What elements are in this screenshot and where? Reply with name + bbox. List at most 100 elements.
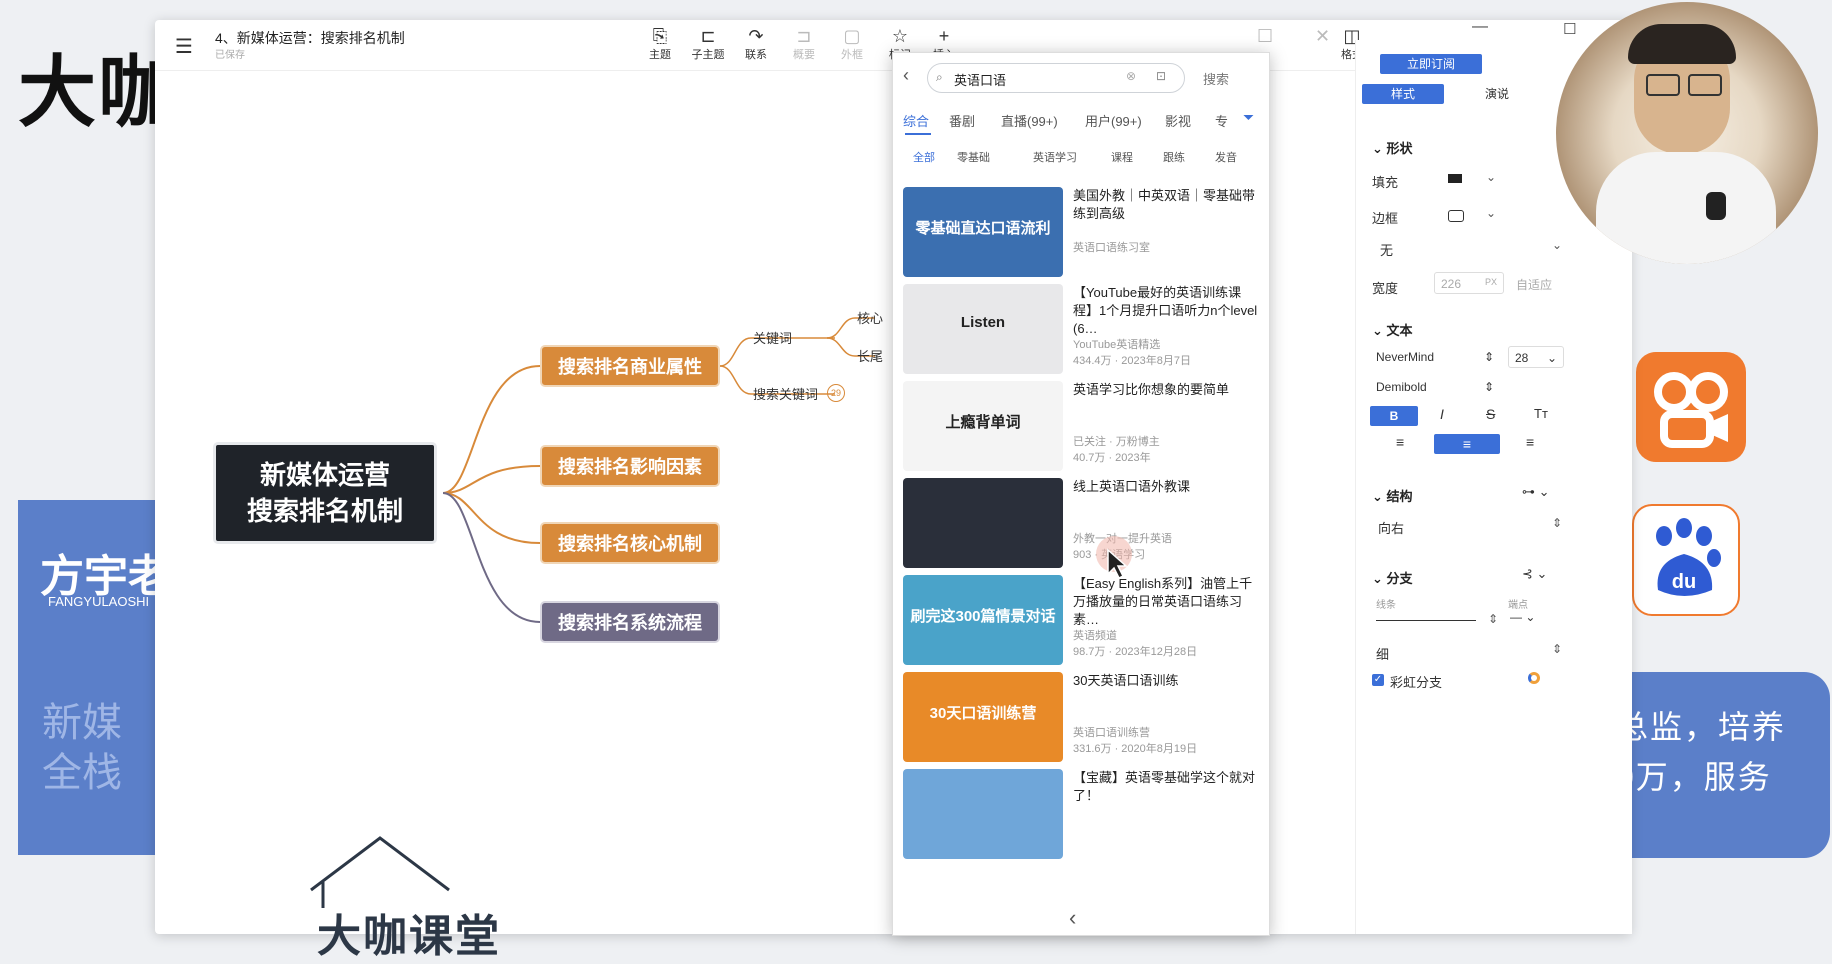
- filter-chip[interactable]: 零基础: [957, 149, 990, 165]
- search-result-card[interactable]: Listen 【YouTube最好的英语训练课程】1个月提升口语听力n个level…: [903, 284, 1263, 380]
- filter-chip[interactable]: 发音: [1215, 149, 1237, 165]
- result-stats: 434.4万 · 2023年8月7日: [1073, 355, 1192, 367]
- bold-button[interactable]: B: [1370, 406, 1418, 426]
- mindmap-branch-topic[interactable]: 搜索排名核心机制: [540, 522, 720, 564]
- filter-chip[interactable]: 英语学习: [1033, 149, 1077, 165]
- kuaishou-logo-icon: [1636, 352, 1746, 462]
- width-auto-button[interactable]: 自适应: [1516, 276, 1552, 293]
- mindmap-branch-topic[interactable]: 搜索排名商业属性: [540, 345, 720, 387]
- tab-presentation[interactable]: 演说: [1456, 84, 1538, 104]
- branch-style-icon[interactable]: ⊰ ⌄: [1522, 566, 1547, 582]
- search-result-card[interactable]: 刷完这300篇情景对话 【Easy English系列】油管上千万播放量的日常英语…: [903, 575, 1263, 671]
- border-none-option[interactable]: 无: [1380, 240, 1393, 259]
- mindmap-subtopic[interactable]: 长尾: [857, 346, 883, 365]
- tab-users[interactable]: 用户(99+): [1085, 111, 1142, 130]
- branch-section-header[interactable]: ⌄ 分支: [1372, 568, 1413, 587]
- video-thumbnail[interactable]: [903, 769, 1063, 859]
- mindmap-subtopic[interactable]: 搜索关键词: [753, 384, 818, 403]
- align-center-icon[interactable]: ≡: [1434, 434, 1500, 454]
- align-left-icon[interactable]: ≡: [1396, 434, 1404, 450]
- font-weight-select[interactable]: Demibold ⇕: [1376, 380, 1494, 394]
- collapse-arrow-icon[interactable]: ‹: [1069, 905, 1076, 931]
- tab-movies[interactable]: 影视: [1165, 111, 1191, 130]
- chevron-down-icon[interactable]: ⌄: [1486, 206, 1496, 220]
- mindmap-root-topic[interactable]: 新媒体运营 搜索排名机制: [213, 442, 437, 544]
- chevron-down-icon[interactable]: ⌄: [1486, 170, 1496, 184]
- clear-icon[interactable]: ⊗: [1126, 69, 1136, 83]
- strikethrough-button[interactable]: S: [1486, 406, 1495, 422]
- search-button[interactable]: 搜索: [1203, 69, 1229, 88]
- window-restore-icon[interactable]: ☐: [1563, 20, 1576, 38]
- font-family-select[interactable]: NeverMind ⇕: [1376, 350, 1494, 364]
- tab-live[interactable]: 直播(99+): [1001, 111, 1058, 130]
- result-title[interactable]: 30天英语口语训练: [1073, 672, 1259, 690]
- text-section-header[interactable]: ⌄ 文本: [1372, 320, 1413, 339]
- window-maximize-icon[interactable]: ☐: [1257, 26, 1273, 47]
- result-uploader[interactable]: YouTube英语精选: [1073, 336, 1160, 352]
- rainbow-palette-icon[interactable]: [1528, 672, 1540, 684]
- filter-icon[interactable]: ⏷: [1243, 109, 1254, 126]
- line-style-select[interactable]: [1376, 620, 1476, 621]
- filter-chip[interactable]: 全部: [913, 149, 935, 165]
- watermark-logo-text: 大咖课堂: [317, 912, 501, 961]
- result-title[interactable]: 【Easy English系列】油管上千万播放量的日常英语口语练习素…: [1073, 575, 1259, 629]
- structure-section-header[interactable]: ⌄ 结构: [1372, 486, 1413, 505]
- search-result-card[interactable]: 零基础直达口语流利 美国外教｜中英双语｜零基础带练到高级英语口语练习室: [903, 187, 1263, 283]
- search-input[interactable]: ⌕ 英语口语 ⊗ ⊡: [927, 63, 1185, 93]
- subscribe-button[interactable]: 立即订阅: [1380, 54, 1482, 74]
- result-uploader[interactable]: 英语口语练习室: [1073, 239, 1150, 255]
- search-result-card[interactable]: 线上英语口语外教课外教一对一提升英语903 · 英语学习: [903, 478, 1263, 574]
- font-size-select[interactable]: 28 ⌄: [1508, 346, 1564, 368]
- tab-anime[interactable]: 番剧: [949, 111, 975, 130]
- window-minimize-icon[interactable]: —: [1472, 18, 1488, 36]
- video-thumbnail[interactable]: 30天口语训练营: [903, 672, 1063, 762]
- result-title[interactable]: 【YouTube最好的英语训练课程】1个月提升口语听力n个level (6…: [1073, 284, 1259, 338]
- structure-direction[interactable]: 向右: [1378, 518, 1404, 537]
- mindmap-branch-topic[interactable]: 搜索排名影响因素: [540, 445, 720, 487]
- back-icon[interactable]: ‹: [903, 65, 909, 86]
- video-thumbnail[interactable]: [903, 478, 1063, 568]
- video-thumbnail[interactable]: 刷完这300篇情景对话: [903, 575, 1063, 665]
- italic-button[interactable]: I: [1440, 406, 1444, 422]
- line-thickness[interactable]: 细: [1376, 644, 1389, 663]
- thumbnail-caption: 零基础直达口语流利: [915, 220, 1051, 237]
- updown-icon[interactable]: ⇕: [1488, 612, 1498, 626]
- updown-icon[interactable]: ⇕: [1552, 516, 1562, 530]
- updown-icon[interactable]: ⇕: [1552, 642, 1562, 656]
- filter-chip[interactable]: 跟练: [1163, 149, 1185, 165]
- result-uploader[interactable]: 英语频道: [1073, 627, 1117, 643]
- shape-section-header[interactable]: ⌄ 形状: [1372, 138, 1413, 157]
- result-uploader[interactable]: 已关注 · 万粉博主: [1073, 433, 1160, 449]
- tab-more[interactable]: 专: [1215, 111, 1228, 130]
- width-input[interactable]: 226 PX: [1434, 272, 1504, 294]
- mindmap-subtopic[interactable]: 关键词: [753, 328, 792, 347]
- video-thumbnail[interactable]: 零基础直达口语流利: [903, 187, 1063, 277]
- tab-all[interactable]: 综合: [903, 111, 929, 130]
- rainbow-branch-checkbox[interactable]: ✓: [1372, 674, 1384, 686]
- result-title[interactable]: 英语学习比你想象的要简单: [1073, 381, 1259, 399]
- end-style-select[interactable]: — ⌄: [1510, 610, 1535, 624]
- structure-icon[interactable]: ⊶ ⌄: [1522, 484, 1550, 500]
- align-right-icon[interactable]: ≡: [1526, 434, 1534, 450]
- video-thumbnail[interactable]: Listen: [903, 284, 1063, 374]
- chevron-down-icon[interactable]: ⌄: [1552, 238, 1562, 252]
- result-uploader[interactable]: 英语口语训练营: [1073, 724, 1150, 740]
- search-result-card[interactable]: 30天口语训练营 30天英语口语训练 英语口语训练营 331.6万 · 2020年8月…: [903, 672, 1263, 768]
- mindmap-subtopic[interactable]: 核心: [857, 308, 883, 327]
- fill-color-swatch[interactable]: [1448, 174, 1462, 183]
- collapsed-count-badge[interactable]: 29: [827, 384, 845, 402]
- video-thumbnail[interactable]: 上瘾背单词: [903, 381, 1063, 471]
- search-result-card[interactable]: 上瘾背单词 英语学习比你想象的要简单 已关注 · 万粉博主 40.7万 · 2023年: [903, 381, 1263, 477]
- text-case-button[interactable]: Tт: [1534, 406, 1548, 421]
- image-search-icon[interactable]: ⊡: [1156, 69, 1166, 83]
- filter-chip[interactable]: 课程: [1111, 149, 1133, 165]
- result-title[interactable]: 线上英语口语外教课: [1073, 478, 1259, 496]
- updown-icon: ⇕: [1483, 350, 1494, 364]
- mindmap-branch-topic[interactable]: 搜索排名系统流程: [540, 601, 720, 643]
- result-title[interactable]: 美国外教｜中英双语｜零基础带练到高级: [1073, 187, 1259, 223]
- search-result-card[interactable]: 【宝藏】英语零基础学这个就对了！: [903, 769, 1263, 865]
- border-style-icon[interactable]: [1448, 210, 1464, 222]
- result-title[interactable]: 【宝藏】英语零基础学这个就对了！: [1073, 769, 1259, 805]
- video-search-panel: ‹ ⌕ 英语口语 ⊗ ⊡ 搜索 综合 番剧 直播(99+) 用户(99+) 影视…: [892, 52, 1270, 936]
- tab-style[interactable]: 样式: [1362, 84, 1444, 104]
